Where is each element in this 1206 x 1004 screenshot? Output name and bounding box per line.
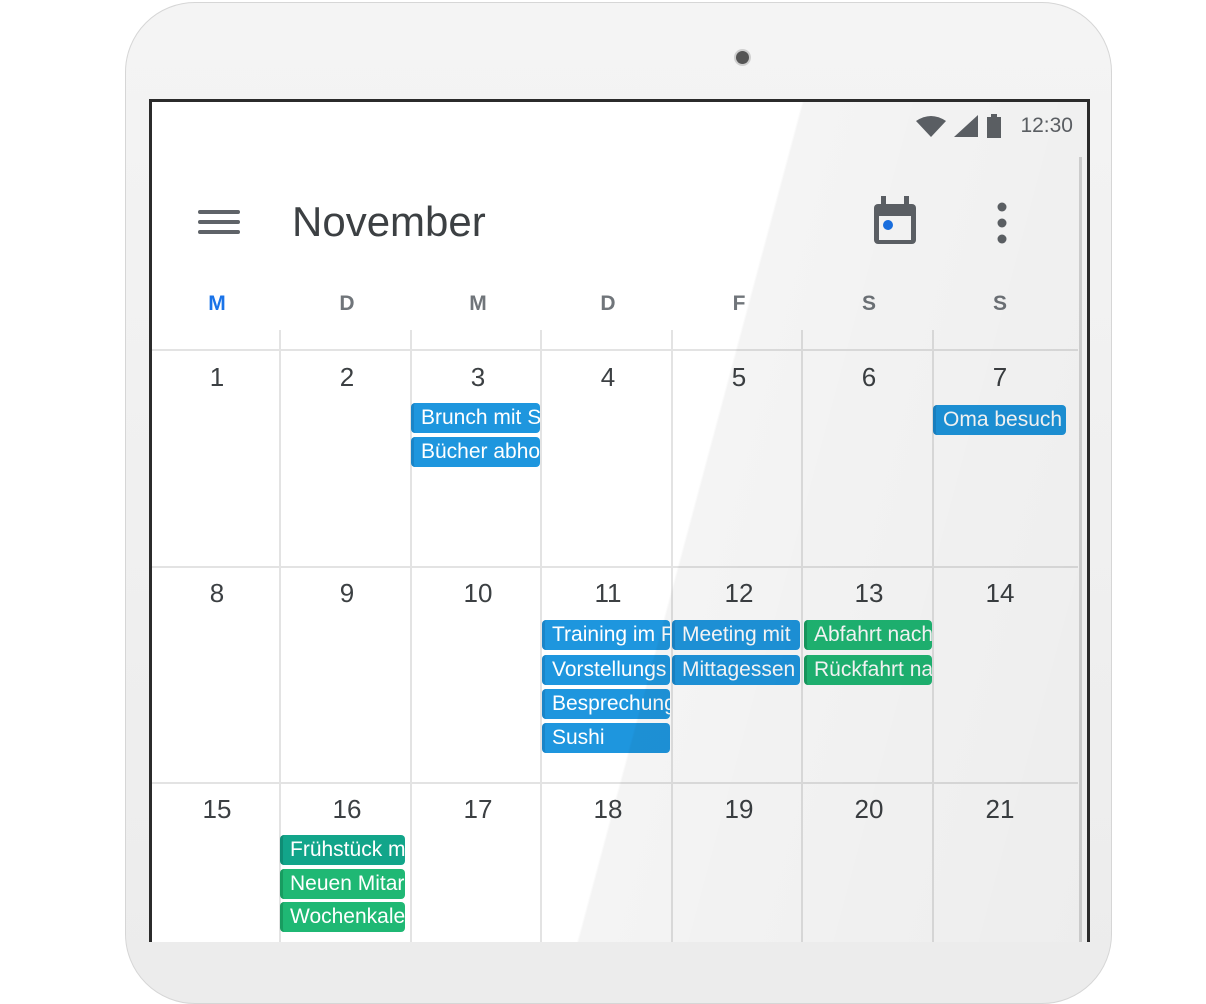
event-chip[interactable]: Vorstellungs [542,655,670,685]
event-chip[interactable]: Besprechung [542,689,670,719]
event-chip[interactable]: Mittagessen [672,655,800,685]
signal-icon [954,115,979,137]
event-chip[interactable]: Meeting mit [672,620,800,650]
day-cell[interactable]: 17 [413,794,543,825]
event-chip[interactable]: Sushi [542,723,670,753]
event-chip[interactable]: Abfahrt nach [804,620,932,650]
grid-line [152,782,1078,784]
day-cell[interactable]: 10 [413,578,543,609]
app-bar: November [152,182,1087,262]
more-vert-icon[interactable] [987,200,1017,246]
day-cell[interactable]: 5 [674,362,804,393]
day-cell[interactable]: 11 [543,578,673,609]
calendar-today-icon[interactable] [870,194,920,248]
event-chip[interactable]: Oma besuch [933,405,1066,435]
event-chip[interactable]: Rückfahrt na [804,655,932,685]
day-cell[interactable]: 16 [282,794,412,825]
day-cell[interactable]: 6 [804,362,934,393]
grid-line [801,330,803,942]
status-time: 12:30 [1020,114,1073,137]
day-cell[interactable]: 18 [543,794,673,825]
app-screen: 12:30 November M D M D F S S 1 2 3 4 5 6… [149,99,1090,942]
event-chip[interactable]: Neuen Mitar [280,869,405,899]
event-chip[interactable]: Bücher abho [411,437,540,467]
event-chip[interactable]: Training im F [542,620,670,650]
day-cell[interactable]: 15 [152,794,282,825]
weekday-label: F [732,292,746,315]
weekday-header: M D M D F S S [152,292,1078,322]
weekday-label: D [339,292,355,315]
battery-icon [987,114,1002,138]
weekday-label: D [600,292,616,315]
event-chip[interactable]: Wochenkale [280,902,405,932]
grid-line [152,566,1078,568]
page-title: November [292,198,486,245]
event-chip[interactable]: Brunch mit S [411,403,540,433]
weekday-label: M [208,292,226,315]
day-cell[interactable]: 19 [674,794,804,825]
day-cell[interactable]: 20 [804,794,934,825]
grid-line [152,349,1078,351]
day-cell[interactable]: 9 [282,578,412,609]
day-cell[interactable]: 1 [152,362,282,393]
day-cell[interactable]: 14 [935,578,1065,609]
camera-lens [736,51,749,64]
weekday-label: M [469,292,487,315]
day-cell[interactable]: 8 [152,578,282,609]
day-cell[interactable]: 7 [935,362,1065,393]
status-bar: 12:30 [916,114,1073,138]
menu-icon[interactable] [198,206,240,238]
day-cell[interactable]: 13 [804,578,934,609]
wifi-icon [916,116,947,137]
weekday-label: S [861,292,876,315]
day-cell[interactable]: 2 [282,362,412,393]
event-chip[interactable]: Frühstück m [280,835,405,865]
day-cell[interactable]: 12 [674,578,804,609]
day-cell[interactable]: 4 [543,362,673,393]
scrollbar[interactable] [1079,157,1082,942]
day-cell[interactable]: 3 [413,362,543,393]
day-cell[interactable]: 21 [935,794,1065,825]
weekday-label: S [992,292,1007,315]
